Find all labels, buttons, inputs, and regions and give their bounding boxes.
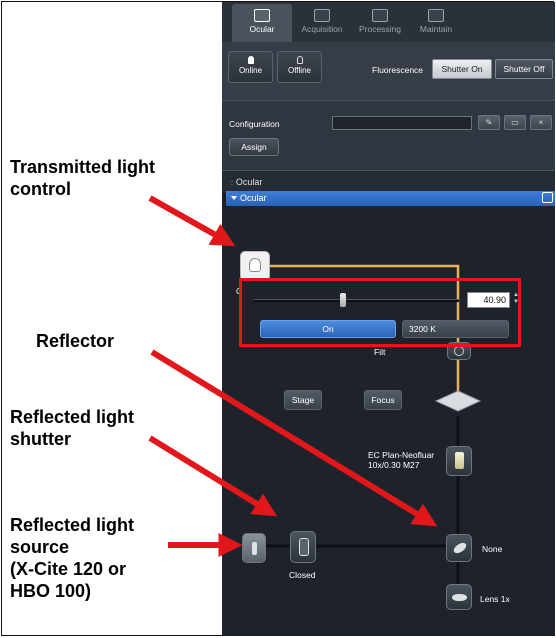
offline-label: Offline (288, 66, 311, 75)
shutter-off-button[interactable]: Shutter Off (495, 59, 553, 79)
collapse-triangle-icon (231, 196, 237, 200)
config-save-button[interactable]: ▭ (504, 115, 526, 130)
annotation-source-line4: HBO 100) (10, 581, 92, 601)
objective-button[interactable] (446, 446, 472, 476)
fluorescence-label: Fluorescence (372, 65, 424, 75)
filter-icon (454, 346, 464, 356)
config-edit-button[interactable]: ✎ (478, 115, 500, 130)
online-label: Online (238, 66, 263, 75)
annotation-shutter-line2: shutter (10, 429, 72, 449)
annotation-source-line1: Reflected light (10, 515, 135, 535)
reflector-icon (451, 540, 469, 556)
tab-maintain-label: Maintain (419, 24, 453, 34)
light-path-lines (252, 264, 482, 601)
reflected-source-button[interactable] (242, 533, 266, 563)
offline-button[interactable]: Offline (277, 51, 322, 83)
annotation-transmitted-line2: control (10, 179, 71, 199)
offline-indicator-icon (296, 56, 303, 64)
ocular-section-header[interactable]: :: Ocular (222, 170, 555, 192)
online-button[interactable]: Online (228, 51, 273, 83)
annotation-shutter-line1: Reflected light (10, 407, 135, 427)
objective-mag-label: 10x/0.30 M27 (368, 460, 420, 470)
configuration-input[interactable] (332, 116, 472, 130)
annotation-transmitted-line1: Transmitted light (10, 157, 156, 177)
online-indicator-icon (247, 56, 254, 64)
lamp-icon (249, 258, 261, 272)
objective-name-label: EC Plan-Neofluar (368, 450, 435, 460)
objective-icon (455, 452, 464, 469)
config-delete-button[interactable]: × (530, 115, 552, 130)
eyepiece-icon (254, 9, 270, 22)
mode-row: Online Offline Fluorescence Shutter On S… (222, 42, 555, 100)
assign-button[interactable]: Assign (229, 138, 279, 156)
configuration-label: Configuration (229, 119, 280, 129)
focus-button[interactable]: Focus (364, 390, 402, 410)
highlight-box (239, 278, 521, 347)
transmitted-lamp-button[interactable] (240, 251, 270, 281)
ocular-tool-bar[interactable]: Ocular (226, 191, 555, 206)
configuration-section: Configuration ✎ ▭ × Assign (222, 100, 555, 170)
filter-label: Filt (374, 347, 386, 357)
ocular-tool-label: Ocular (240, 193, 267, 203)
shutter-on-button[interactable]: Shutter On (432, 59, 492, 79)
reflector-state-label: None (482, 544, 503, 554)
tab-ocular[interactable]: Ocular (232, 4, 292, 42)
camera-icon (314, 9, 330, 22)
light-path-area: C 40.90 ▲ ▼ On 3200 K Filt Stage Focus EC… (222, 206, 555, 636)
undock-icon[interactable] (542, 192, 553, 203)
annotation-source: Reflected light source (X-Cite 120 or HB… (10, 514, 134, 602)
reflector-button[interactable] (446, 534, 472, 562)
stage-button[interactable]: Stage (284, 390, 322, 410)
tab-acquisition-label: Acquisition (301, 24, 343, 34)
annotation-transmitted: Transmitted light control (10, 156, 155, 200)
annotation-source-line3: (X-Cite 120 or (10, 559, 127, 579)
tab-processing[interactable]: Processing (352, 4, 408, 42)
source-lamp-icon (252, 542, 257, 555)
reflected-shutter-button[interactable] (290, 531, 316, 563)
tab-bar: Ocular Acquisition Processing Maintain (222, 2, 555, 42)
maintain-icon (428, 9, 444, 22)
shutter-icon (299, 538, 309, 556)
annotation-reflector: Reflector (36, 331, 115, 351)
shutter-state-label: Closed (289, 570, 316, 580)
processing-icon (372, 9, 388, 22)
tab-acquisition[interactable]: Acquisition (294, 4, 350, 42)
tab-processing-label: Processing (358, 24, 402, 34)
annotation-source-line2: source (10, 537, 70, 557)
tab-ocular-label: Ocular (249, 24, 275, 34)
tube-lens-icon (452, 594, 467, 601)
ocular-section-label: Ocular (235, 177, 263, 187)
stage-prism-icon (434, 390, 482, 412)
tube-lens-button[interactable] (446, 584, 472, 610)
tube-lens-label: Lens 1x (480, 594, 510, 604)
tab-maintain[interactable]: Maintain (410, 4, 462, 42)
annotation-shutter: Reflected light shutter (10, 406, 134, 450)
